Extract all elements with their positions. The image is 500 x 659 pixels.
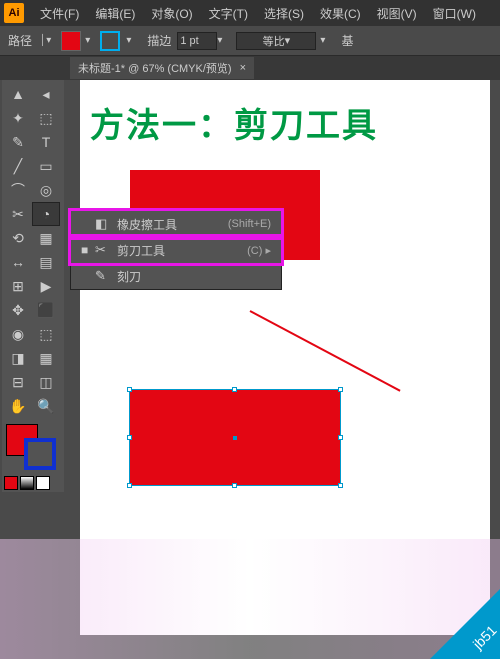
pencil-tool[interactable]: ◎	[32, 178, 60, 202]
selection-tool[interactable]: ▲	[4, 82, 32, 106]
align-label: 基	[341, 32, 353, 49]
annotation-arrow	[250, 310, 401, 392]
hand-tool[interactable]: ✋	[4, 394, 32, 418]
page-title: 方法一：剪刀工具	[80, 80, 490, 147]
dropdown-icon[interactable]: ▾	[126, 35, 131, 46]
stroke-color[interactable]	[24, 438, 56, 470]
width-tool[interactable]: ↔	[4, 250, 32, 274]
free-transform-tool[interactable]: ▤	[32, 250, 60, 274]
document-tab-bar: 未标题-1* @ 67% (CMYK/预览) ×	[0, 56, 500, 80]
mesh-tool[interactable]: ✥	[4, 298, 32, 322]
shortcut-label: (Shift+E)	[228, 218, 271, 230]
menu-effect[interactable]: 效果(C)	[312, 5, 369, 22]
menu-object[interactable]: 对象(O)	[143, 5, 200, 22]
eraser-tool[interactable]: ◔	[32, 202, 60, 226]
menu-type[interactable]: 文字(T)	[201, 5, 256, 22]
direct-selection-tool[interactable]: ◂	[32, 82, 60, 106]
blob-brush-tool[interactable]: ✂	[4, 202, 32, 226]
color-mode-row	[4, 476, 60, 490]
selected-marker: ■	[81, 243, 89, 257]
symbol-tool[interactable]: ◨	[4, 346, 32, 370]
selection-handle[interactable]	[232, 387, 237, 392]
menu-select[interactable]: 选择(S)	[256, 5, 312, 22]
zoom-tool[interactable]: 🔍	[32, 394, 60, 418]
selection-handle[interactable]	[127, 435, 132, 440]
ai-logo: Ai	[4, 3, 24, 23]
close-icon[interactable]: ×	[240, 62, 246, 74]
watermark-overlay: jb51	[0, 539, 500, 659]
menu-window[interactable]: 窗口(W)	[425, 5, 484, 22]
selection-handle[interactable]	[127, 483, 132, 488]
selection-type-label: 路径	[8, 32, 32, 49]
slice-tool[interactable]: ◫	[32, 370, 60, 394]
pen-tool[interactable]: ✎	[4, 130, 32, 154]
color-picker[interactable]	[4, 422, 60, 472]
graph-tool[interactable]: ▦	[32, 346, 60, 370]
color-mode-none[interactable]	[36, 476, 50, 490]
fill-swatch[interactable]	[61, 31, 81, 51]
menu-view[interactable]: 视图(V)	[369, 5, 425, 22]
toolbox: ▲ ◂ ✦ ⬚ ✎ T ╱ ▭ ⌒ ◎ ✂ ◔ ⟲ ▦ ↔ ▤ ⊞ ▶ ✥ ⬛ …	[2, 80, 64, 492]
shape-builder-tool[interactable]: ⊞	[4, 274, 32, 298]
tool-flyout-menu: ◧ 橡皮擦工具 (Shift+E) ■ ✂ 剪刀工具 (C) ▸ ✎ 刻刀	[70, 210, 282, 290]
rotate-tool[interactable]: ⟲	[4, 226, 32, 250]
flyout-knife-tool[interactable]: ✎ 刻刀	[71, 263, 281, 289]
flyout-scissors-tool[interactable]: ■ ✂ 剪刀工具 (C) ▸	[71, 237, 281, 263]
type-tool[interactable]: T	[32, 130, 60, 154]
menu-edit[interactable]: 编辑(E)	[87, 5, 143, 22]
scissors-icon: ✂	[95, 242, 111, 258]
rectangle-tool[interactable]: ▭	[32, 154, 60, 178]
stroke-weight-input[interactable]	[177, 32, 217, 50]
dropdown-icon[interactable]: ▾	[217, 35, 222, 46]
stroke-swatch[interactable]	[100, 31, 120, 51]
gradient-tool[interactable]: ⬛	[32, 298, 60, 322]
flyout-label: 剪刀工具	[117, 242, 247, 259]
shortcut-label: (C) ▸	[247, 244, 271, 257]
document-title: 未标题-1* @ 67% (CMYK/预览)	[78, 60, 232, 76]
document-tab[interactable]: 未标题-1* @ 67% (CMYK/预览) ×	[70, 57, 254, 79]
eraser-icon: ◧	[95, 216, 111, 232]
dropdown-icon[interactable]: ▾	[320, 35, 325, 46]
perspective-tool[interactable]: ▶	[32, 274, 60, 298]
flyout-label: 橡皮擦工具	[117, 216, 228, 233]
magic-wand-tool[interactable]: ✦	[4, 106, 32, 130]
menu-bar: Ai 文件(F) 编辑(E) 对象(O) 文字(T) 选择(S) 效果(C) 视…	[0, 0, 500, 26]
blend-tool[interactable]: ⬚	[32, 322, 60, 346]
scale-tool[interactable]: ▦	[32, 226, 60, 250]
flyout-eraser-tool[interactable]: ◧ 橡皮擦工具 (Shift+E)	[71, 211, 281, 237]
line-tool[interactable]: ╱	[4, 154, 32, 178]
stroke-label: 描边	[147, 32, 171, 49]
red-rectangle-2-selected[interactable]	[130, 390, 340, 485]
selection-handle[interactable]	[232, 483, 237, 488]
flyout-label: 刻刀	[117, 268, 271, 285]
profile-dropdown[interactable]: 等比 ▾	[236, 32, 316, 50]
selection-handle[interactable]	[338, 387, 343, 392]
dropdown-icon[interactable]: │▾	[40, 35, 51, 46]
dropdown-icon[interactable]: ▾	[85, 35, 90, 46]
eyedropper-tool[interactable]: ◉	[4, 322, 32, 346]
selection-handle[interactable]	[338, 435, 343, 440]
selection-handle[interactable]	[338, 483, 343, 488]
color-mode-gradient[interactable]	[20, 476, 34, 490]
control-bar: 路径 │▾ ▾ ▾ 描边 ▾ 等比 ▾ ▾ 基	[0, 26, 500, 56]
selection-handle[interactable]	[127, 387, 132, 392]
brush-tool[interactable]: ⌒	[4, 178, 32, 202]
lasso-tool[interactable]: ⬚	[32, 106, 60, 130]
menu-file[interactable]: 文件(F)	[32, 5, 87, 22]
artboard-tool[interactable]: ⊟	[4, 370, 32, 394]
knife-icon: ✎	[95, 268, 111, 284]
center-point	[233, 436, 237, 440]
color-mode-fill[interactable]	[4, 476, 18, 490]
